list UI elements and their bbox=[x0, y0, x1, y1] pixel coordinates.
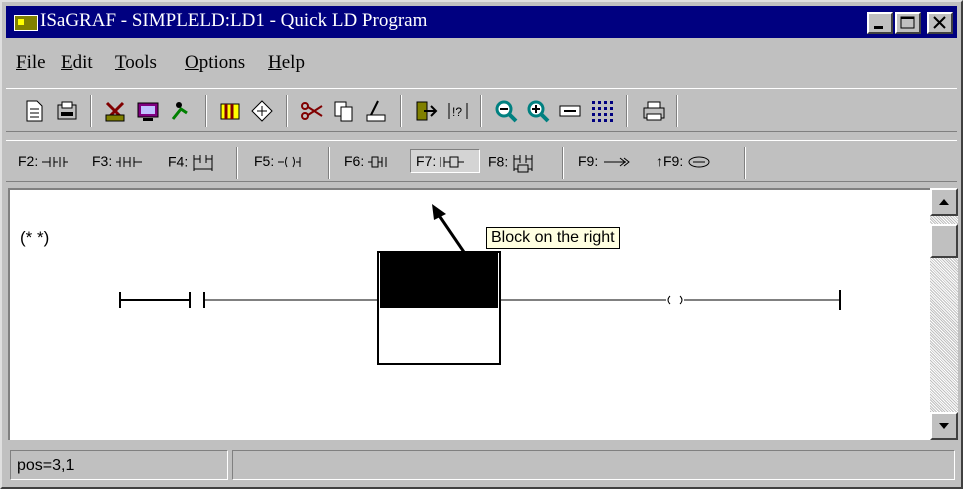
toolbar-separator bbox=[328, 147, 330, 179]
toolbar-separator bbox=[236, 147, 238, 179]
status-position-panel: pos=3,1 bbox=[10, 450, 228, 480]
f9-jump-button[interactable]: F9: bbox=[578, 153, 632, 169]
exit-icon[interactable] bbox=[414, 99, 438, 123]
scroll-up-button[interactable] bbox=[930, 188, 958, 216]
toolbar-separator bbox=[205, 95, 207, 127]
main-toolbar: !? bbox=[6, 88, 957, 132]
app-window: ISaGRAF - SIMPLELD:LD1 - Quick LD Progra… bbox=[0, 0, 963, 489]
contact-left-icon bbox=[42, 157, 69, 168]
toolbar-separator bbox=[562, 147, 564, 179]
arrow-down-icon bbox=[939, 423, 949, 429]
close-icon bbox=[933, 16, 946, 29]
annotation-arrow bbox=[432, 204, 470, 259]
maximize-icon bbox=[900, 16, 915, 29]
return-icon bbox=[688, 156, 710, 168]
toolbar-separator bbox=[286, 95, 288, 127]
copy-icon[interactable] bbox=[332, 99, 356, 123]
window-title: ISaGRAF - SIMPLELD:LD1 - Quick LD Progra… bbox=[40, 10, 428, 31]
ld-editor-canvas[interactable]: (* *) Block on the right bbox=[8, 188, 930, 440]
minimize-icon bbox=[874, 26, 883, 29]
printer-icon[interactable] bbox=[642, 99, 666, 123]
coil-symbol[interactable] bbox=[667, 295, 683, 305]
paste-icon[interactable] bbox=[364, 99, 388, 123]
ld-function-keys-toolbar: F2: F3: F4: F5: F6: F7: F8: F9: ↑F9: bbox=[6, 140, 957, 182]
selected-function-block[interactable] bbox=[377, 251, 501, 365]
menu-help[interactable]: Help bbox=[268, 52, 305, 74]
debug-icon[interactable] bbox=[169, 99, 193, 123]
monitor-icon[interactable] bbox=[136, 99, 160, 123]
scroll-thumb[interactable] bbox=[930, 224, 958, 258]
f4-parallel-contact-button[interactable]: F4: bbox=[168, 153, 214, 173]
contact-right-icon bbox=[116, 157, 143, 168]
status-bar: pos=3,1 bbox=[6, 446, 957, 484]
grid-icon[interactable] bbox=[590, 99, 614, 123]
library-icon[interactable] bbox=[103, 99, 127, 123]
cross-reference-icon[interactable]: !? bbox=[446, 99, 470, 123]
scroll-down-button[interactable] bbox=[930, 412, 958, 440]
cursor-position: pos=3,1 bbox=[17, 457, 75, 474]
f2-contact-on-left-button[interactable]: F2: bbox=[18, 153, 69, 169]
isagraf-app-icon[interactable] bbox=[14, 15, 38, 31]
shift-f9-return-button[interactable]: ↑F9: bbox=[656, 153, 711, 169]
menu-edit[interactable]: Edit bbox=[61, 52, 93, 74]
menu-tools[interactable]: Tools bbox=[115, 52, 157, 74]
block-tooltip: Block on the right bbox=[486, 227, 620, 249]
print-preview-icon[interactable] bbox=[55, 99, 79, 123]
contact-icon[interactable] bbox=[558, 99, 582, 123]
vertical-scrollbar[interactable] bbox=[930, 188, 958, 440]
toolbar-separator bbox=[400, 95, 402, 127]
jump-arrow-icon bbox=[604, 157, 630, 167]
parallel-contact-icon bbox=[193, 155, 213, 171]
status-message-panel bbox=[232, 450, 955, 480]
menu-bar: File Edit Tools Options Help bbox=[6, 42, 957, 80]
ld-rung-diagram bbox=[119, 204, 841, 365]
parallel-block-icon bbox=[513, 155, 533, 173]
block-left-icon bbox=[368, 156, 387, 168]
f3-contact-on-right-button[interactable]: F3: bbox=[92, 153, 143, 169]
toolbar-separator bbox=[626, 95, 628, 127]
toolbar-separator bbox=[676, 95, 678, 127]
variables-icon[interactable] bbox=[250, 99, 274, 123]
contact-symbol[interactable] bbox=[120, 292, 205, 308]
f8-parallel-block-button[interactable]: F8: bbox=[488, 153, 534, 173]
zoom-out-icon[interactable] bbox=[494, 99, 518, 123]
arrow-up-icon bbox=[939, 199, 949, 205]
zoom-in-icon[interactable] bbox=[526, 99, 550, 123]
toolbar-separator bbox=[480, 95, 482, 127]
svg-text:!?: !? bbox=[452, 105, 462, 119]
f7-block-right-button[interactable]: F7: bbox=[416, 153, 466, 169]
menu-file[interactable]: File bbox=[16, 52, 46, 74]
f5-coil-button[interactable]: F5: bbox=[254, 153, 304, 169]
toolbar-separator bbox=[90, 95, 92, 127]
maximize-button[interactable] bbox=[895, 12, 921, 34]
coil-icon bbox=[278, 157, 301, 168]
f6-block-left-button[interactable]: F6: bbox=[344, 153, 394, 169]
new-document-icon[interactable] bbox=[22, 99, 46, 123]
toolbar-separator bbox=[744, 147, 746, 179]
menu-options[interactable]: Options bbox=[185, 52, 245, 74]
block-right-icon bbox=[439, 156, 465, 168]
cut-icon[interactable] bbox=[300, 99, 324, 123]
title-bar[interactable]: ISaGRAF - SIMPLELD:LD1 - Quick LD Progra… bbox=[6, 6, 957, 38]
minimize-button[interactable] bbox=[867, 12, 893, 34]
close-button[interactable] bbox=[927, 12, 953, 34]
chart-icon[interactable] bbox=[218, 99, 242, 123]
